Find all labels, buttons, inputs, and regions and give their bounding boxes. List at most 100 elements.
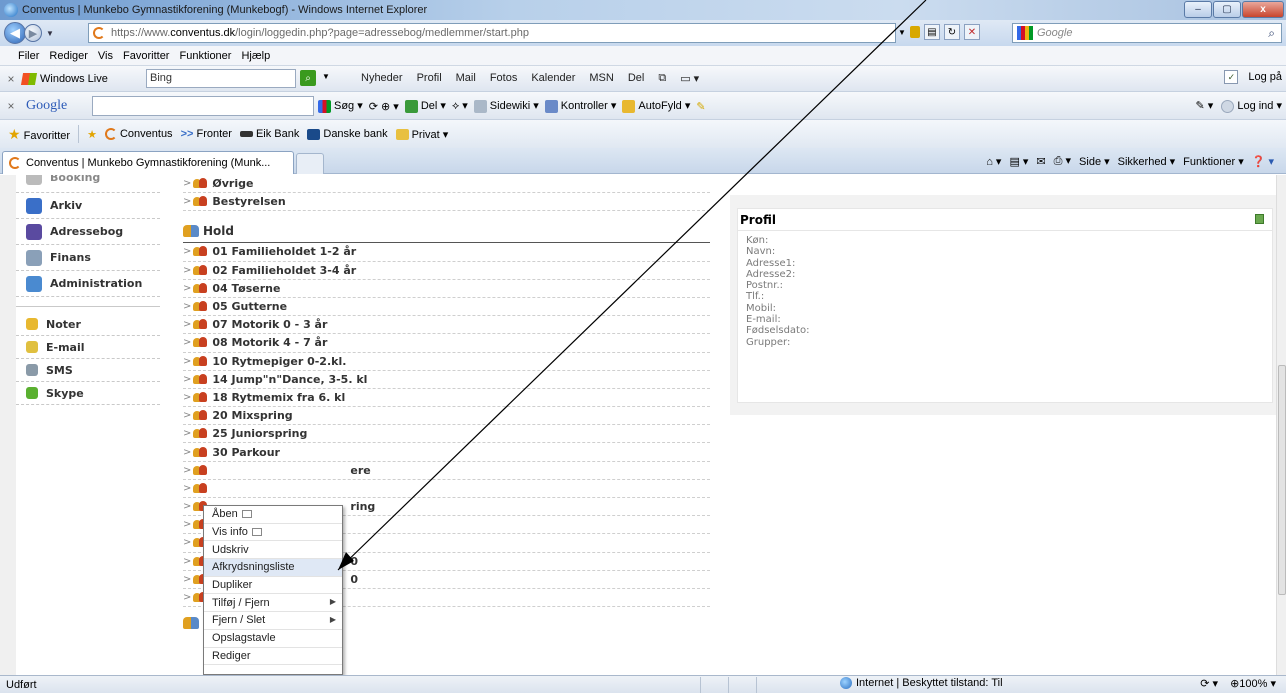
google-search-button[interactable]: Søg ▾ [318, 99, 363, 113]
fav-private-folder[interactable]: Privat ▾ [395, 128, 448, 141]
windows-live-search-icon[interactable]: ⌕ [300, 70, 316, 86]
minimize-button[interactable]: – [1184, 1, 1212, 18]
new-tab-button[interactable] [296, 153, 324, 174]
fav-fronter[interactable]: >> Fronter [181, 128, 232, 140]
wl-login-link[interactable]: Log på [1248, 71, 1282, 83]
tree-item[interactable]: > Øvrige [183, 175, 710, 194]
favorites-button[interactable]: ★ Favoritter [8, 126, 70, 143]
google-pen-icon[interactable]: ✎ [696, 100, 705, 113]
google-more-icon[interactable]: ⟳ ⊕ ▾ [369, 100, 399, 113]
close-button[interactable]: x [1242, 1, 1284, 18]
help-icon[interactable]: ❓ ▾ [1252, 155, 1274, 168]
tree-item[interactable]: > Bestyrelsen [183, 193, 710, 212]
tree-item[interactable]: >04 Tøserne [183, 280, 710, 298]
popup-icon[interactable]: ⟳ ▾ [1200, 677, 1218, 690]
page-scrollbar[interactable] [1276, 175, 1286, 675]
tree-item[interactable]: >08 Motorik 4 - 7 år [183, 334, 710, 353]
tools-menu[interactable]: Funktioner ▾ [1183, 155, 1244, 168]
google-bookmark-icon[interactable]: ⟡ ▾ [452, 99, 468, 113]
tree-item[interactable]: >18 Rytmemix fra 6. kl [183, 389, 710, 408]
wl-link-msn[interactable]: MSN [589, 72, 613, 85]
tree-item[interactable]: >02 Familieholdet 3-4 år [183, 262, 710, 280]
maximize-button[interactable]: ▢ [1213, 1, 1241, 18]
wl-link-photos[interactable]: Fotos [490, 72, 518, 85]
tree-item[interactable]: >01 Familieholdet 1-2 år [183, 243, 710, 262]
expand-arrow-icon[interactable]: > [183, 447, 191, 458]
google-login-link[interactable]: Log ind ▾ [1221, 99, 1282, 113]
windows-live-search-input[interactable]: Bing [146, 69, 296, 88]
google-spell-button[interactable]: Kontroller ▾ [544, 99, 616, 113]
expand-arrow-icon[interactable]: > [183, 356, 191, 367]
menu-file[interactable]: Filer [18, 50, 39, 62]
expand-arrow-icon[interactable]: > [183, 374, 191, 385]
home-icon[interactable]: ⌂ ▾ [986, 155, 1001, 168]
context-menu-item[interactable]: Opslagstavle [204, 630, 342, 648]
expand-arrow-icon[interactable]: > [183, 428, 191, 439]
expand-arrow-icon[interactable]: > [183, 556, 191, 567]
expand-arrow-icon[interactable]: > [183, 465, 191, 476]
expand-arrow-icon[interactable]: > [183, 319, 191, 330]
url-input[interactable]: https://www. conventus.dk/login/loggedin.… [88, 23, 896, 43]
nav-administration[interactable]: Administration [16, 271, 160, 297]
search-dropdown-icon[interactable]: ▼ [322, 72, 330, 81]
page-menu[interactable]: Side ▾ [1079, 155, 1110, 168]
tree-item[interactable]: > ere [183, 462, 710, 480]
history-dropdown-icon[interactable]: ▼ [46, 29, 54, 38]
expand-arrow-icon[interactable]: > [183, 337, 191, 348]
back-button[interactable]: ◀ [4, 22, 26, 44]
tree-item[interactable]: > [183, 480, 710, 498]
browser-search-input[interactable]: Google ⌕ [1012, 23, 1282, 43]
menu-favorites[interactable]: Favoritter [123, 50, 169, 62]
windows-live-brand[interactable]: Windows Live [40, 73, 108, 85]
wl-link-profile[interactable]: Profil [417, 72, 442, 85]
hold-section-header[interactable]: Hold [183, 219, 710, 244]
expand-arrow-icon[interactable]: > [183, 501, 191, 512]
zoom-control[interactable]: ⊕100% ▾ [1230, 677, 1276, 690]
tree-item[interactable]: >25 Juniorspring [183, 425, 710, 444]
expand-arrow-icon[interactable]: > [183, 574, 191, 585]
fav-eik-bank[interactable]: Eik Bank [239, 128, 299, 140]
google-brand[interactable]: Google [26, 98, 67, 114]
forward-button[interactable]: ▶ [24, 24, 42, 42]
nav-sms[interactable]: SMS [16, 359, 160, 382]
context-menu-item[interactable]: Åben [204, 506, 342, 524]
nav-skype[interactable]: Skype [16, 382, 160, 405]
tree-item[interactable]: >07 Motorik 0 - 3 år [183, 316, 710, 335]
fav-conventus[interactable]: Conventus [104, 128, 173, 141]
google-search-input[interactable] [92, 96, 314, 116]
tree-item[interactable]: >05 Gutterne [183, 298, 710, 317]
google-settings-icon[interactable]: ✎ ▾ [1196, 99, 1214, 112]
refresh-icon[interactable]: ↻ [943, 24, 960, 40]
tree-item[interactable]: >30 Parkour [183, 443, 710, 462]
expand-arrow-icon[interactable]: > [183, 283, 191, 294]
wl-link-calendar[interactable]: Kalender [531, 72, 575, 85]
menu-edit[interactable]: Rediger [49, 50, 88, 62]
wl-blog-icon[interactable]: ▭ ▾ [680, 72, 699, 85]
expand-arrow-icon[interactable]: > [183, 519, 191, 530]
add-favorite-icon[interactable]: ★ [87, 128, 97, 141]
tree-item[interactable]: >20 Mixspring [183, 407, 710, 426]
context-menu-item[interactable]: Dupliker [204, 577, 342, 595]
close-toolbar-icon[interactable]: × [0, 72, 22, 86]
expand-arrow-icon[interactable]: > [183, 265, 191, 276]
context-menu-item[interactable]: Vis info [204, 524, 342, 542]
expand-arrow-icon[interactable]: > [183, 483, 191, 494]
nav-e-mail[interactable]: E-mail [16, 336, 160, 359]
context-menu-item[interactable]: Tilføj / Fjern ▶ [204, 594, 342, 613]
context-menu-item[interactable]: Rediger [204, 648, 342, 666]
window-title-bar[interactable]: Conventus | Munkebo Gymnastikforening (M… [0, 0, 1286, 20]
nav-finans[interactable]: Finans [16, 245, 160, 271]
stop-icon[interactable]: ✕ [963, 24, 980, 40]
url-dropdown-icon[interactable]: ▼ [898, 28, 906, 37]
expand-arrow-icon[interactable]: > [183, 392, 191, 403]
nav-booking[interactable]: Booking [16, 175, 160, 193]
profile-photo-icon[interactable] [1255, 214, 1264, 224]
security-zone[interactable]: Internet | Beskyttet tilstand: Til [840, 677, 1003, 689]
wl-link-share[interactable]: Del [628, 72, 645, 85]
fav-danske-bank[interactable]: Danske bank [307, 128, 388, 140]
expand-arrow-icon[interactable]: > [183, 537, 191, 548]
search-icon[interactable]: ⌕ [1268, 26, 1275, 41]
feeds-icon[interactable]: ▤ ▾ [1009, 155, 1028, 168]
context-menu-item[interactable]: Udskriv [204, 541, 342, 560]
print-icon[interactable]: ⎙ ▾ [1054, 154, 1071, 168]
